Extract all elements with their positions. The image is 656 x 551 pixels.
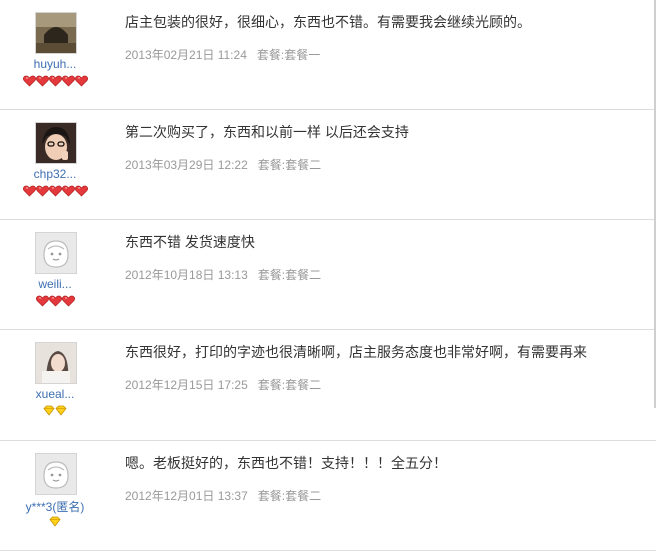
user-credit-badges (0, 295, 110, 307)
review-meta: 2013年02月21日 11:24 套餐:套餐一 (125, 46, 320, 63)
review-content: 嗯。老板挺好的，东西也不错！支持！！！全五分！ (125, 455, 447, 471)
review-package: 套餐:套餐二 (257, 378, 322, 392)
user-credit-badges (0, 75, 110, 87)
review-date: 2013年03月29日 12:22 (125, 158, 248, 172)
review-package: 套餐:套餐二 (257, 489, 322, 503)
username-link[interactable]: xueal... (0, 387, 110, 401)
user-avatar[interactable] (35, 453, 77, 495)
review-item: weili... 东西不错 发货速度快 2012年10月18日 13:13 套餐:… (0, 220, 656, 330)
review-date: 2013年02月21日 11:24 (125, 48, 247, 62)
review-content: 东西不错 发货速度快 (125, 234, 255, 250)
user-credit-badges (0, 405, 110, 416)
review-content: 第二次购买了，东西和以前一样 以后还会支持 (125, 124, 409, 140)
username-link[interactable]: chp32... (0, 167, 110, 181)
review-meta: 2013年03月29日 12:22 套餐:套餐二 (125, 156, 321, 173)
user-avatar[interactable] (35, 12, 77, 54)
review-content: 店主包装的很好，很细心，东西也不错。有需要我会继续光顾的。 (125, 14, 531, 30)
review-package: 套餐:套餐二 (257, 158, 322, 172)
username-link[interactable]: huyuh... (0, 57, 110, 71)
review-package: 套餐:套餐一 (256, 48, 321, 62)
review-date: 2012年12月15日 17:25 (125, 378, 248, 392)
user-credit-badges (0, 185, 110, 197)
review-list: huyuh... 店主包装的很好，很细心，东西也不错。有需要我会继续光顾的。 2… (0, 0, 656, 551)
review-meta: 2012年12月15日 17:25 套餐:套餐二 (125, 376, 321, 393)
review-date: 2012年12月01日 13:37 (125, 489, 248, 503)
user-avatar[interactable] (35, 232, 77, 274)
review-item: y***3(匿名) 嗯。老板挺好的，东西也不错！支持！！！全五分！ 2012年1… (0, 441, 656, 551)
username-link[interactable]: weili... (0, 277, 110, 291)
review-date: 2012年10月18日 13:13 (125, 268, 248, 282)
username-link[interactable]: y***3(匿名) (0, 498, 110, 515)
user-avatar[interactable] (35, 122, 77, 164)
review-meta: 2012年10月18日 13:13 套餐:套餐二 (125, 266, 321, 283)
user-avatar[interactable] (35, 342, 77, 384)
review-item: xueal... 东西很好，打印的字迹也很清晰啊，店主服务态度也非常好啊，有需要… (0, 330, 656, 441)
review-content: 东西很好，打印的字迹也很清晰啊，店主服务态度也非常好啊，有需要再来 (125, 344, 587, 360)
review-package: 套餐:套餐二 (257, 268, 322, 282)
review-item: huyuh... 店主包装的很好，很细心，东西也不错。有需要我会继续光顾的。 2… (0, 0, 656, 110)
review-item: chp32... 第二次购买了，东西和以前一样 以后还会支持 2013年03月2… (0, 110, 656, 220)
review-meta: 2012年12月01日 13:37 套餐:套餐二 (125, 487, 321, 504)
